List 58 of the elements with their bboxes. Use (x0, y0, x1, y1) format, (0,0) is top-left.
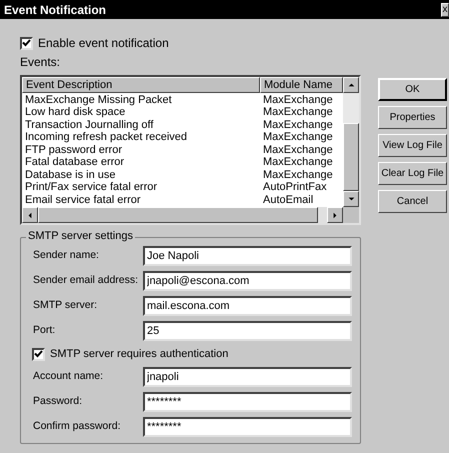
scroll-down-button[interactable] (343, 191, 359, 207)
arrow-right-icon (332, 212, 338, 218)
vertical-scrollbar[interactable] (343, 77, 359, 223)
dialog-button[interactable]: Cancel (378, 190, 447, 213)
field-label: Port: (33, 323, 56, 338)
field-label: Password: (33, 394, 84, 410)
close-button[interactable]: x (441, 2, 449, 16)
scroll-up-button[interactable] (343, 77, 359, 93)
scroll-right-button[interactable] (327, 207, 343, 223)
arrow-left-icon (27, 212, 33, 218)
table-cell-text: MaxExchange (262, 156, 334, 170)
dialog-button[interactable]: Properties (378, 106, 447, 129)
table-cell-text: MaxExchange Missing Packet (24, 94, 173, 107)
table-cell-text: Low hard disk space (24, 106, 126, 120)
table-cell-text: Database is in use (24, 168, 116, 182)
table-cell-text: Incoming refresh packet received (24, 131, 188, 144)
checkbox[interactable] (32, 348, 45, 360)
table-cell-text: MaxExchange (262, 94, 334, 107)
column-header[interactable]: Module Name (260, 77, 343, 93)
input-field[interactable]: ******** (143, 417, 352, 437)
dialog-button[interactable]: OK (378, 78, 447, 101)
input-field[interactable]: ******** (143, 392, 352, 412)
group-title: SMTP server settings (26, 230, 135, 243)
table-cell-text: MaxExchange (262, 168, 334, 182)
table-cell-text: Transaction Journalling off (24, 118, 154, 132)
scrollbar-corner (343, 207, 359, 223)
arrow-up-icon (348, 82, 354, 88)
input-field[interactable]: 25 (143, 321, 352, 341)
table-cell-text: FTP password error (24, 144, 123, 157)
input-field[interactable]: jnapoli (143, 367, 352, 387)
input-field[interactable]: mail.escona.com (143, 296, 352, 316)
table-cell-text: MaxExchange (262, 144, 334, 157)
input-field[interactable]: Joe Napoli (143, 246, 352, 266)
scroll-thumb[interactable] (343, 123, 359, 191)
arrow-down-icon (348, 196, 354, 202)
table-cell-text: MaxExchange (262, 131, 334, 144)
table-cell-text: MaxExchange (262, 106, 334, 120)
checkbox-label: SMTP server requires authentication (50, 346, 228, 362)
field-label: Confirm password: (33, 419, 122, 434)
input-field[interactable]: jnapoli@escona.com (143, 271, 352, 291)
table-cell-text: MaxExchange (262, 118, 334, 132)
field-label: SMTP server: (33, 298, 98, 314)
dialog-button[interactable]: View Log File (378, 134, 447, 157)
table-cell-text: Print/Fax service fatal error (24, 181, 158, 194)
column-header[interactable]: Event Description (22, 77, 260, 93)
field-label: Account name: (33, 369, 104, 384)
field-label: Sender name: (33, 248, 100, 264)
table-cell-text: AutoEmail (262, 194, 314, 207)
events-label: Events: (20, 55, 62, 69)
table-cell-text: Fatal database error (24, 156, 126, 170)
checkbox[interactable] (20, 36, 33, 50)
checkbox-label: Enable event notification (38, 35, 169, 52)
table-cell-text: AutoPrintFax (262, 181, 328, 194)
window-title: Event Notification (4, 2, 106, 18)
scroll-left-button[interactable] (22, 207, 38, 223)
dialog-button[interactable]: Clear Log File (378, 162, 447, 185)
field-label: Sender email address: (33, 273, 140, 288)
table-cell-text: Email service fatal error (24, 194, 142, 207)
